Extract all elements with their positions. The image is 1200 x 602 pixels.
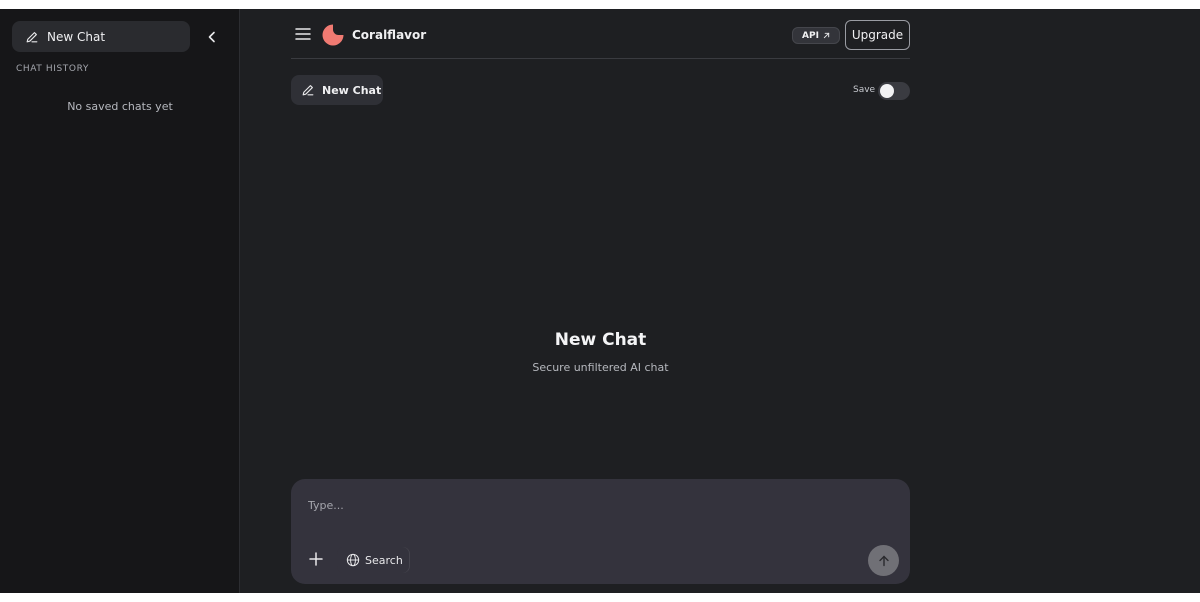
message-composer: Search xyxy=(291,479,910,584)
chat-history-empty-message: No saved chats yet xyxy=(67,100,173,113)
logo-icon xyxy=(322,24,344,46)
pencil-icon xyxy=(26,31,38,42)
pencil-icon xyxy=(302,85,314,96)
hero-subtitle: Secure unfiltered AI chat xyxy=(532,361,669,374)
search-label: Search xyxy=(365,553,403,567)
save-toggle[interactable] xyxy=(878,82,910,100)
api-button[interactable]: API xyxy=(792,27,840,44)
search-button[interactable]: Search xyxy=(337,547,409,573)
save-toggle-knob xyxy=(880,84,894,98)
message-input[interactable] xyxy=(308,495,848,515)
chat-history-heading: CHAT HISTORY xyxy=(16,64,89,74)
chevron-left-icon xyxy=(208,31,215,43)
external-arrow-icon xyxy=(823,32,830,39)
new-chat-label: New Chat xyxy=(322,83,382,97)
globe-icon xyxy=(346,553,360,567)
top-bar: Coralflavor API Upgrade xyxy=(291,9,910,59)
brand-name: Coralflavor xyxy=(352,28,427,42)
save-label: Save xyxy=(853,85,876,95)
collapse-sidebar-button[interactable] xyxy=(202,27,222,47)
app-window: New Chat CHAT HISTORY No saved chats yet… xyxy=(0,9,1200,593)
menu-icon xyxy=(295,28,311,40)
send-button[interactable] xyxy=(868,545,899,576)
api-label: API xyxy=(802,30,819,41)
hero-title: New Chat xyxy=(554,330,647,350)
sidebar: New Chat CHAT HISTORY No saved chats yet xyxy=(0,9,240,593)
sidebar-new-chat-button[interactable]: New Chat xyxy=(12,21,190,52)
menu-button[interactable] xyxy=(295,26,311,40)
plus-icon xyxy=(309,552,323,566)
arrow-up-icon xyxy=(878,555,889,566)
new-chat-button[interactable]: New Chat xyxy=(291,75,383,105)
upgrade-button[interactable]: Upgrade xyxy=(845,20,910,50)
sidebar-new-chat-label: New Chat xyxy=(47,29,106,44)
attach-button[interactable] xyxy=(308,551,324,567)
